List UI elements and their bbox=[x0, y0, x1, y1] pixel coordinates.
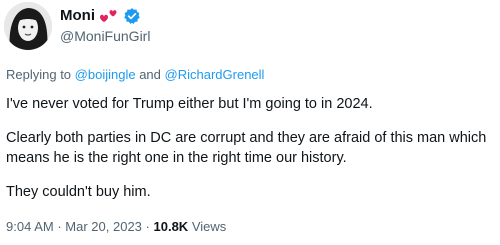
mention-link-richardgrenell[interactable]: @RichardGrenell bbox=[165, 67, 265, 82]
avatar-image bbox=[4, 2, 52, 50]
tweet-paragraph: I've never voted for Trump either but I'… bbox=[6, 96, 373, 112]
meta-separator: · bbox=[57, 219, 62, 234]
tweet-paragraph: They couldn't buy him. bbox=[6, 184, 151, 200]
tweet-text: I've never voted for Trump either but I'… bbox=[6, 94, 494, 216]
tweet-meta: 9:04 AM · Mar 20, 2023 · 10.8K Views bbox=[6, 218, 226, 236]
tweet-card: Moni @MoniFunGirl Replying to @boijingle… bbox=[0, 0, 500, 245]
replying-to-joiner: and bbox=[139, 67, 161, 82]
avatar[interactable] bbox=[4, 2, 52, 50]
meta-separator: · bbox=[145, 219, 150, 234]
views-label[interactable]: Views bbox=[192, 219, 226, 234]
hearts-icon bbox=[99, 8, 119, 24]
author-name-row[interactable]: Moni bbox=[60, 6, 141, 26]
author-handle[interactable]: @MoniFunGirl bbox=[60, 27, 150, 45]
tweet-paragraph: Clearly both parties in DC are corrupt a… bbox=[6, 130, 487, 166]
replying-to-label: Replying to bbox=[6, 67, 72, 82]
mention-link-boijingle[interactable]: @boijingle bbox=[75, 67, 136, 82]
tweet-time[interactable]: 9:04 AM bbox=[6, 219, 54, 234]
display-name[interactable]: Moni bbox=[60, 6, 95, 26]
verified-badge-icon bbox=[123, 7, 141, 25]
replying-to: Replying to @boijingle and @RichardGrene… bbox=[6, 66, 264, 84]
tweet-date[interactable]: Mar 20, 2023 bbox=[65, 219, 142, 234]
views-count[interactable]: 10.8K bbox=[154, 219, 189, 234]
